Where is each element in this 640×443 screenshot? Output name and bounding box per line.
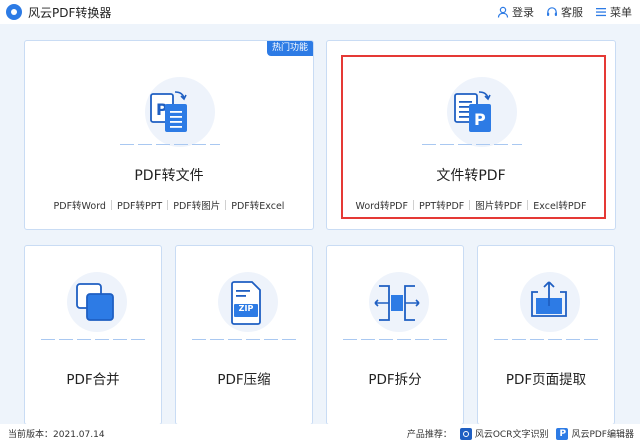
merge-icon [76, 283, 114, 321]
ppt-to-pdf-link[interactable]: PPT转PDF [419, 198, 464, 212]
version-value: 2021.07.14 [53, 430, 105, 440]
pdf-split-card[interactable]: PDF拆分 [326, 245, 464, 425]
login-button[interactable]: 登录 [497, 4, 534, 20]
decor-dashes [494, 339, 600, 340]
title-bar: 风云PDF转换器 登录 客服 菜单 [0, 0, 640, 24]
pdf-compress-card[interactable]: ZIP PDF压缩 [175, 245, 313, 425]
pdf-compress-title: PDF压缩 [217, 372, 271, 388]
version-info: 当前版本：2021.07.14 [8, 427, 105, 440]
editor-product-label: 风云PDF编辑器 [571, 430, 634, 440]
decor-dashes [41, 339, 147, 340]
header-actions: 登录 客服 菜单 [497, 0, 632, 24]
excel-to-pdf-link[interactable]: Excel转PDF [533, 198, 586, 212]
main-area: 热门功能 P PDF转文件 PDF转Word PDF转PPT PDF转图片 PD… [0, 24, 640, 425]
editor-product-link[interactable]: P 风云PDF编辑器 [556, 427, 634, 440]
hot-feature-badge: 热门功能 [266, 41, 313, 56]
pdf-extract-card[interactable]: PDF页面提取 [477, 245, 615, 425]
link-separator [412, 200, 414, 210]
ocr-product-label: 风云OCR文字识别 [474, 430, 549, 440]
extract-page-icon [531, 281, 567, 317]
ocr-product-icon [459, 427, 472, 440]
file-to-pdf-links: Word转PDF PPT转PDF 图片转PDF Excel转PDF [327, 198, 615, 212]
link-separator [527, 200, 529, 210]
file-to-pdf-card[interactable]: P 文件转PDF Word转PDF PPT转PDF 图片转PDF Excel转P… [326, 40, 616, 230]
pdf-to-image-link[interactable]: PDF转图片 [173, 198, 220, 212]
file-to-pdf-icon: P [454, 91, 491, 132]
link-separator [225, 200, 227, 210]
svg-text:P: P [474, 110, 486, 129]
product-recommendations: 产品推荐： 风云OCR文字识别 P 风云PDF编辑器 [407, 427, 634, 440]
decor-dashes [343, 339, 449, 340]
pdf-merge-card[interactable]: PDF合并 [24, 245, 162, 425]
file-to-pdf-title: 文件转PDF [436, 168, 506, 184]
split-icon [374, 285, 420, 321]
pdf-to-file-card[interactable]: 热门功能 P PDF转文件 PDF转Word PDF转PPT PDF转图片 PD… [24, 40, 314, 230]
user-icon [497, 6, 509, 18]
headset-icon [547, 7, 557, 16]
customer-service-button[interactable]: 客服 [546, 4, 583, 20]
menu-label: 菜单 [610, 6, 632, 19]
ocr-product-link[interactable]: 风云OCR文字识别 [459, 427, 549, 440]
decor-dashes [120, 144, 220, 145]
pdf-extract-title: PDF页面提取 [505, 372, 587, 388]
app-title: 风云PDF转换器 [28, 5, 112, 20]
decor-dashes [422, 144, 522, 145]
login-label: 登录 [512, 6, 534, 19]
pdf-to-ppt-link[interactable]: PDF转PPT [117, 198, 162, 212]
word-to-pdf-link[interactable]: Word转PDF [356, 198, 408, 212]
pdf-to-excel-link[interactable]: PDF转Excel [231, 198, 284, 212]
recommend-label: 产品推荐： [406, 430, 452, 440]
zip-file-icon [231, 281, 261, 325]
service-label: 客服 [561, 6, 583, 19]
pdf-merge-title: PDF合并 [66, 372, 120, 388]
pdf-to-word-link[interactable]: PDF转Word [54, 198, 106, 212]
menu-icon [596, 8, 606, 17]
pdf-split-title: PDF拆分 [368, 372, 422, 388]
editor-product-icon: P [556, 427, 569, 440]
pdf-to-file-icon: P [150, 91, 187, 132]
version-label: 当前版本： [8, 430, 54, 440]
app-logo-icon [6, 4, 22, 20]
link-separator [110, 200, 112, 210]
image-to-pdf-link[interactable]: 图片转PDF [475, 198, 522, 212]
zip-label: ZIP [238, 304, 254, 313]
link-separator [167, 200, 169, 210]
pdf-to-file-title: PDF转文件 [134, 168, 204, 184]
pdf-to-file-links: PDF转Word PDF转PPT PDF转图片 PDF转Excel [25, 198, 313, 212]
link-separator [469, 200, 471, 210]
status-bar: 当前版本：2021.07.14 产品推荐： 风云OCR文字识别 P 风云PDF编… [0, 424, 640, 443]
decor-dashes [192, 339, 298, 340]
menu-button[interactable]: 菜单 [595, 4, 632, 20]
